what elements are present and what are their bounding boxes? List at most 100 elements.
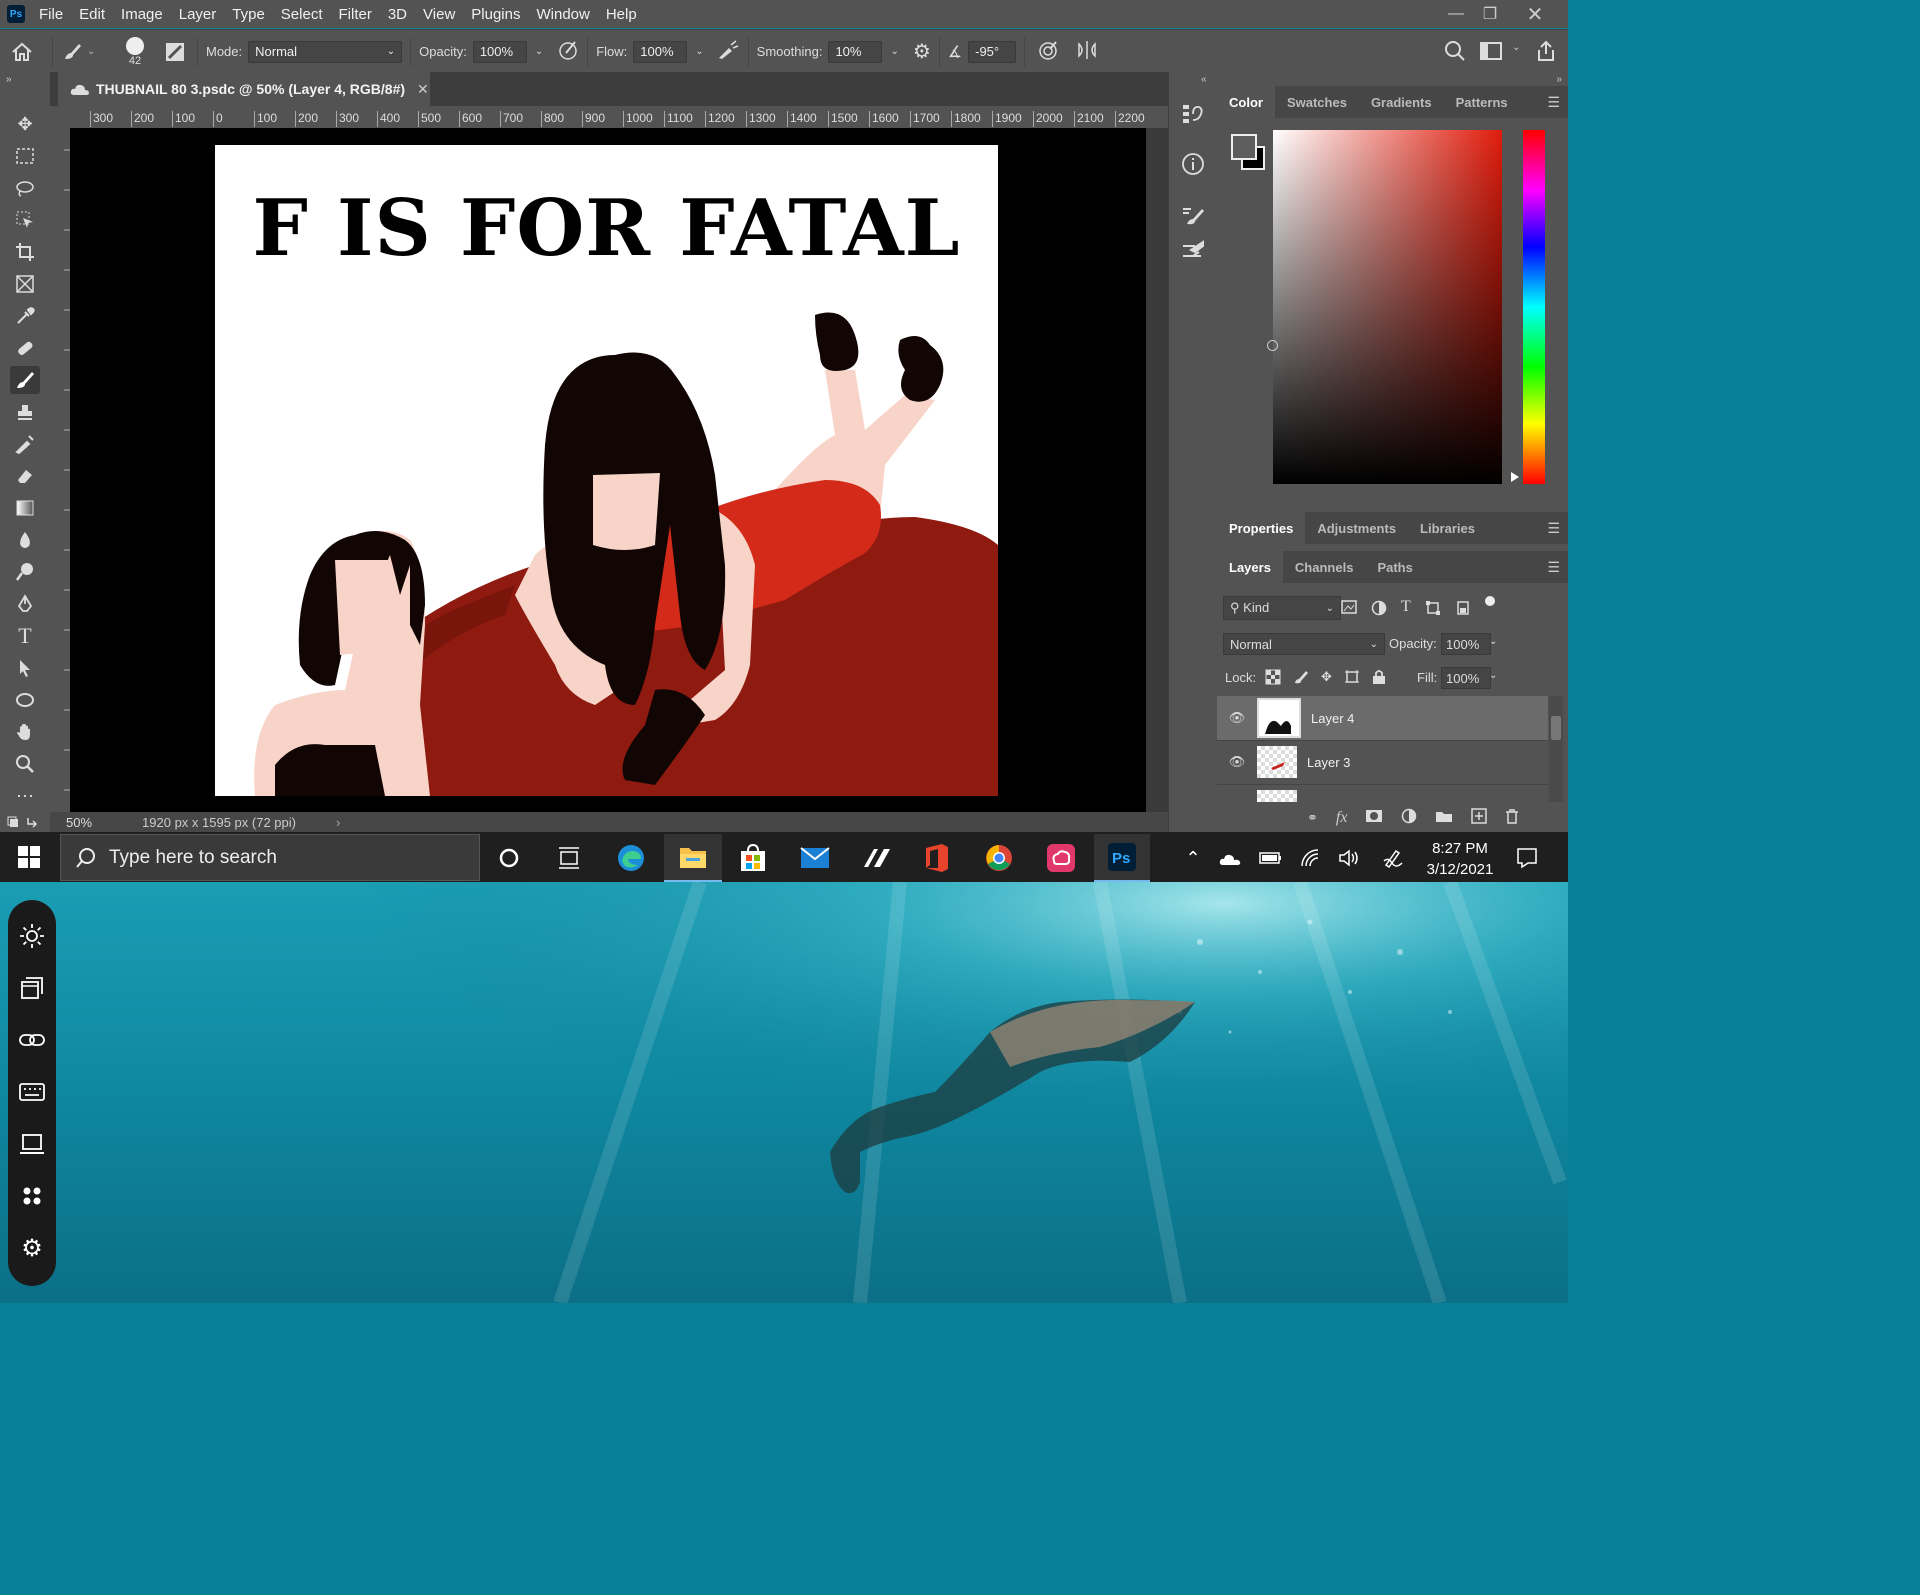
menu-select[interactable]: Select bbox=[281, 6, 323, 23]
file-explorer-icon[interactable] bbox=[664, 834, 722, 883]
gear-icon[interactable]: ⚙ bbox=[913, 39, 931, 64]
menu-type[interactable]: Type bbox=[232, 6, 265, 23]
photoshop-taskbar-icon[interactable]: Ps bbox=[1094, 834, 1150, 883]
filter-type-icon[interactable]: T bbox=[1401, 599, 1411, 619]
menu-view[interactable]: View bbox=[423, 6, 455, 23]
show-hidden-icons[interactable]: ⌃ bbox=[1172, 838, 1214, 878]
brush-settings-icon[interactable] bbox=[161, 41, 189, 63]
menu-file[interactable]: File bbox=[39, 6, 63, 23]
close-icon[interactable]: ✕ bbox=[1515, 0, 1555, 28]
artwork[interactable]: F IS FOR FATAL bbox=[215, 145, 998, 796]
restore-icon[interactable]: ❐ bbox=[1470, 0, 1510, 28]
delete-layer-icon[interactable] bbox=[1505, 808, 1519, 827]
workspace-icon[interactable] bbox=[1480, 41, 1502, 64]
color-panel-menu-icon[interactable]: ☰ bbox=[1547, 94, 1560, 111]
menu-layer[interactable]: Layer bbox=[179, 6, 217, 23]
taskbar-clock[interactable]: 8:27 PM 3/12/2021 bbox=[1418, 838, 1502, 880]
filter-shape-icon[interactable] bbox=[1425, 600, 1441, 619]
tab-layers[interactable]: Layers bbox=[1217, 551, 1283, 583]
brightness-icon[interactable] bbox=[18, 922, 46, 950]
color-picker-cursor[interactable] bbox=[1267, 340, 1278, 351]
menu-image[interactable]: Image bbox=[121, 6, 163, 23]
expand-panels-icon[interactable]: » bbox=[1556, 74, 1562, 85]
add-mask-icon[interactable] bbox=[1365, 809, 1383, 826]
document-dimensions[interactable]: 1920 px x 1595 px (72 ppi) bbox=[142, 815, 296, 830]
eyedropper-tool-icon[interactable] bbox=[10, 302, 40, 330]
zoom-level[interactable]: 50% bbox=[66, 815, 92, 830]
new-group-icon[interactable] bbox=[1435, 809, 1453, 826]
healing-brush-tool-icon[interactable] bbox=[10, 334, 40, 362]
pen-workspace-icon[interactable] bbox=[1372, 838, 1414, 878]
filter-adjustment-icon[interactable] bbox=[1371, 600, 1387, 619]
tab-adjustments[interactable]: Adjustments bbox=[1305, 512, 1408, 544]
home-icon[interactable] bbox=[0, 42, 44, 62]
filter-toggle-icon[interactable] bbox=[1484, 596, 1495, 606]
pressure-size-icon[interactable] bbox=[1037, 39, 1059, 64]
gradient-tool-icon[interactable] bbox=[10, 494, 40, 522]
search-icon[interactable] bbox=[1444, 40, 1466, 65]
type-tool-icon[interactable]: T bbox=[10, 622, 40, 650]
menu-3d[interactable]: 3D bbox=[388, 6, 407, 23]
history-brush-tool-icon[interactable] bbox=[10, 430, 40, 458]
mail-icon[interactable] bbox=[794, 838, 836, 878]
dodge-tool-icon[interactable] bbox=[10, 558, 40, 586]
expand-toolbar-icon[interactable]: » bbox=[6, 74, 12, 85]
tab-properties[interactable]: Properties bbox=[1217, 512, 1306, 544]
tab-channels[interactable]: Channels bbox=[1283, 551, 1366, 583]
link-icon[interactable] bbox=[18, 1026, 46, 1054]
eraser-tool-icon[interactable] bbox=[10, 462, 40, 490]
lock-all-icon[interactable] bbox=[1372, 669, 1386, 688]
menu-filter[interactable]: Filter bbox=[339, 6, 372, 23]
lock-transparency-icon[interactable] bbox=[1265, 669, 1281, 688]
layers-panel-menu-icon[interactable]: ☰ bbox=[1547, 559, 1560, 576]
link-layers-icon[interactable]: ⚭ bbox=[1307, 810, 1318, 826]
layers-scrollbar[interactable] bbox=[1549, 696, 1563, 802]
more-tools-icon[interactable]: ⋯ bbox=[10, 782, 40, 810]
zoom-tool-icon[interactable] bbox=[10, 750, 40, 778]
tab-libraries[interactable]: Libraries bbox=[1408, 512, 1487, 544]
volume-icon[interactable] bbox=[1328, 838, 1370, 878]
brush-settings-panel-icon[interactable] bbox=[1181, 238, 1205, 265]
pen-tool-icon[interactable] bbox=[10, 590, 40, 618]
new-layer-icon[interactable] bbox=[1471, 808, 1488, 827]
wifi-icon[interactable] bbox=[1290, 838, 1332, 878]
layer-row-layer-3[interactable]: 👁 Layer 3 bbox=[1217, 740, 1548, 785]
hand-tool-icon[interactable] bbox=[10, 718, 40, 746]
mode-select[interactable]: Normal ⌄ bbox=[248, 40, 403, 63]
layer-filter-kind[interactable]: ⚲ Kind ⌄ bbox=[1223, 596, 1341, 620]
history-panel-icon[interactable] bbox=[1181, 102, 1205, 129]
status-expand-icon[interactable]: › bbox=[336, 815, 340, 830]
layer-name[interactable]: Layer 3 bbox=[1307, 755, 1350, 770]
collapse-panels-icon[interactable]: « bbox=[1201, 74, 1207, 85]
smoothing-input[interactable]: 10% bbox=[828, 40, 883, 63]
lock-position-icon[interactable]: ✥ bbox=[1321, 669, 1332, 688]
tab-patterns[interactable]: Patterns bbox=[1444, 86, 1520, 118]
fill-dropdown-icon[interactable]: ⌄ bbox=[1489, 670, 1497, 681]
flow-input[interactable]: 100% bbox=[633, 40, 688, 63]
notification-center-icon[interactable] bbox=[1506, 838, 1548, 878]
clone-stamp-tool-icon[interactable] bbox=[10, 398, 40, 426]
brush-preset-icon[interactable]: ⌄ bbox=[61, 41, 103, 63]
angle-input[interactable]: -95° bbox=[968, 40, 1017, 63]
tab-swatches[interactable]: Swatches bbox=[1275, 86, 1359, 118]
layer-opacity-dropdown-icon[interactable]: ⌄ bbox=[1489, 636, 1497, 647]
object-selection-tool-icon[interactable] bbox=[10, 206, 40, 234]
ellipse-tool-icon[interactable] bbox=[10, 686, 40, 714]
properties-panel-menu-icon[interactable]: ☰ bbox=[1547, 520, 1560, 537]
laptop-icon[interactable] bbox=[18, 1130, 46, 1158]
crop-tool-icon[interactable] bbox=[10, 238, 40, 266]
airbrush-icon[interactable] bbox=[716, 39, 740, 64]
keyboard-icon[interactable] bbox=[18, 1078, 46, 1106]
blur-tool-icon[interactable] bbox=[10, 526, 40, 554]
menu-window[interactable]: Window bbox=[536, 6, 589, 23]
layer-row-layer-4[interactable]: 👁 Layer 4 bbox=[1217, 696, 1548, 741]
tab-color[interactable]: Color bbox=[1217, 86, 1275, 118]
apps-icon[interactable] bbox=[18, 1182, 46, 1210]
windows-icon[interactable] bbox=[18, 974, 46, 1002]
symmetry-icon[interactable] bbox=[1075, 39, 1099, 64]
creative-cloud-icon[interactable] bbox=[1040, 838, 1082, 878]
brush-size-picker[interactable]: 42 bbox=[111, 36, 159, 67]
menu-help[interactable]: Help bbox=[606, 6, 637, 23]
share-icon[interactable] bbox=[1535, 40, 1557, 65]
frame-tool-icon[interactable] bbox=[10, 270, 40, 298]
